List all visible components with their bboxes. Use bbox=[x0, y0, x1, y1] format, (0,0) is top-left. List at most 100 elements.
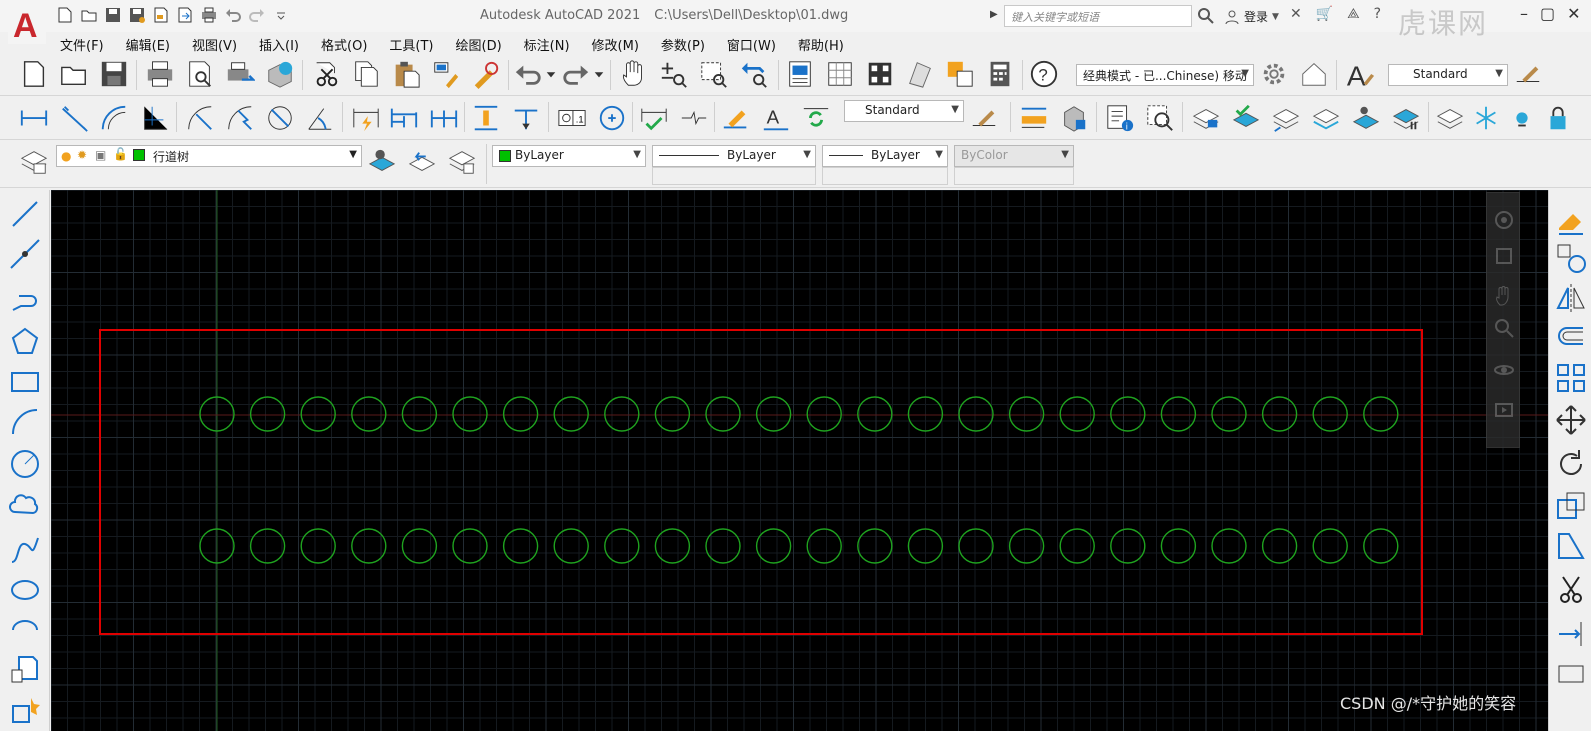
measure-icon[interactable] bbox=[1018, 102, 1050, 134]
properties-icon[interactable] bbox=[784, 58, 816, 90]
erase-icon[interactable] bbox=[1555, 204, 1587, 236]
layer-previous-state-icon[interactable] bbox=[406, 146, 438, 178]
layer-isolate-icon[interactable] bbox=[1350, 102, 1382, 134]
make-block-icon[interactable] bbox=[9, 694, 41, 726]
dim-update-icon[interactable] bbox=[800, 102, 832, 134]
diameter-dim-icon[interactable] bbox=[264, 102, 296, 134]
region-mass-icon[interactable] bbox=[1058, 102, 1090, 134]
dim-style-dropdown[interactable]: Standard ▼ bbox=[844, 100, 964, 122]
dim-break-icon[interactable] bbox=[510, 102, 542, 134]
line-icon[interactable] bbox=[9, 198, 41, 230]
menu-tools[interactable]: 工具(T) bbox=[389, 32, 433, 54]
continue-dim-icon[interactable] bbox=[428, 102, 460, 134]
help-search-input[interactable]: 键入关键字或短语 bbox=[1004, 5, 1192, 27]
login-button[interactable]: 登录 ▼ bbox=[1224, 8, 1279, 25]
zoom-window-icon[interactable] bbox=[698, 58, 730, 90]
color-dropdown[interactable]: ByLayer ▼ bbox=[492, 145, 646, 167]
dim-text-edit-icon[interactable]: A bbox=[760, 102, 792, 134]
move-icon[interactable] bbox=[1555, 404, 1587, 436]
layer-states-icon[interactable] bbox=[446, 146, 478, 178]
arc-icon[interactable] bbox=[9, 406, 41, 438]
workspace-settings-icon[interactable] bbox=[1258, 58, 1290, 90]
cart-icon[interactable]: 🛒 bbox=[1316, 6, 1333, 22]
copy-icon[interactable] bbox=[350, 58, 382, 90]
layer-lock-icon[interactable] bbox=[1542, 102, 1574, 134]
linetype-dropdown[interactable]: ByLayer ▼ bbox=[652, 145, 816, 167]
make-object-layer-current-icon[interactable] bbox=[366, 146, 398, 178]
plot-icon[interactable] bbox=[200, 6, 218, 24]
menu-draw[interactable]: 绘图(D) bbox=[456, 32, 502, 54]
construction-line-icon[interactable] bbox=[9, 238, 41, 270]
layer-walk-icon[interactable] bbox=[1390, 102, 1422, 134]
new-drawing-icon[interactable] bbox=[18, 58, 50, 90]
aligned-dim-icon[interactable] bbox=[58, 102, 90, 134]
open-drawing-icon[interactable] bbox=[58, 58, 90, 90]
menu-help[interactable]: 帮助(H) bbox=[798, 32, 844, 54]
save-as-icon[interactable] bbox=[128, 6, 146, 24]
search-icon[interactable] bbox=[1196, 6, 1216, 26]
insert-block-icon[interactable] bbox=[9, 654, 41, 686]
mirror-icon[interactable] bbox=[1555, 282, 1587, 314]
linear-dim-icon[interactable] bbox=[18, 102, 50, 134]
offset-icon[interactable] bbox=[1555, 322, 1587, 354]
baseline-dim-icon[interactable] bbox=[388, 102, 420, 134]
tolerance-icon[interactable]: .1 bbox=[556, 102, 588, 134]
layer-properties-icon[interactable] bbox=[1190, 102, 1222, 134]
rectangle-icon[interactable] bbox=[9, 366, 41, 398]
toolbar-redo-icon[interactable] bbox=[560, 58, 592, 90]
nav-zoom-icon[interactable] bbox=[1493, 317, 1515, 339]
menu-insert[interactable]: 插入(I) bbox=[259, 32, 299, 54]
design-center-icon[interactable] bbox=[824, 58, 856, 90]
full-navigation-wheel-icon[interactable] bbox=[1493, 245, 1515, 267]
polygon-icon[interactable] bbox=[9, 326, 41, 358]
exchange-icon[interactable]: ✕ bbox=[1290, 6, 1302, 22]
center-mark-icon[interactable] bbox=[596, 102, 628, 134]
minimize-icon[interactable]: – bbox=[1520, 4, 1528, 23]
layer-off-icon[interactable] bbox=[1434, 102, 1466, 134]
search-expand-icon[interactable]: ▶ bbox=[990, 9, 998, 20]
export-icon[interactable] bbox=[176, 6, 194, 24]
workspace-home-icon[interactable] bbox=[1298, 58, 1330, 90]
sheet-set-icon[interactable] bbox=[904, 58, 936, 90]
quickcalc-icon[interactable] bbox=[984, 58, 1016, 90]
trim-icon[interactable] bbox=[1555, 574, 1587, 606]
menu-format[interactable]: 格式(O) bbox=[321, 32, 367, 54]
markup-icon[interactable] bbox=[944, 58, 976, 90]
extend-icon[interactable] bbox=[1555, 618, 1587, 650]
toolbar-undo-icon[interactable] bbox=[512, 58, 544, 90]
dim-style-manager-icon[interactable] bbox=[968, 102, 1000, 134]
inspect-icon[interactable] bbox=[638, 102, 670, 134]
ellipse-icon[interactable] bbox=[9, 574, 41, 606]
drawing-canvas[interactable] bbox=[51, 190, 1548, 731]
save-icon[interactable] bbox=[104, 6, 122, 24]
break-icon[interactable] bbox=[1555, 658, 1587, 690]
quick-dim-icon[interactable] bbox=[350, 102, 382, 134]
copy-object-icon[interactable] bbox=[1555, 242, 1587, 274]
redo-icon[interactable] bbox=[248, 6, 266, 24]
dim-space-icon[interactable] bbox=[470, 102, 502, 134]
set-current-layer-icon[interactable] bbox=[1230, 102, 1262, 134]
revision-cloud-icon[interactable] bbox=[9, 490, 41, 522]
publish-icon[interactable] bbox=[152, 6, 170, 24]
tool-palettes-icon[interactable] bbox=[864, 58, 896, 90]
polyline-icon[interactable] bbox=[9, 282, 41, 314]
nav-orbit-icon[interactable] bbox=[1493, 359, 1515, 381]
cut-icon[interactable] bbox=[310, 58, 342, 90]
list-icon[interactable]: i bbox=[1104, 102, 1136, 134]
login-dropdown-icon[interactable]: ▼ bbox=[1272, 12, 1279, 22]
zoom-realtime-icon[interactable] bbox=[658, 58, 690, 90]
publish-drawing-icon[interactable] bbox=[224, 58, 256, 90]
layer-match-icon[interactable] bbox=[1310, 102, 1342, 134]
toolbar-help-icon[interactable]: ? bbox=[1028, 58, 1060, 90]
undo-icon[interactable] bbox=[224, 6, 242, 24]
menu-parametric[interactable]: 参数(P) bbox=[661, 32, 705, 54]
layer-dropdown[interactable]: ● ✹ ▣ 🔓 行道树 ▼ bbox=[56, 145, 362, 167]
open-icon[interactable] bbox=[80, 6, 98, 24]
3d-dwf-icon[interactable] bbox=[264, 58, 296, 90]
menu-modify[interactable]: 修改(M) bbox=[592, 32, 639, 54]
radius-dim-icon[interactable] bbox=[184, 102, 216, 134]
redo-dropdown-icon[interactable] bbox=[592, 58, 606, 90]
steering-wheel-icon[interactable] bbox=[1493, 209, 1515, 231]
stretch-icon[interactable] bbox=[1555, 530, 1587, 562]
a360-icon[interactable]: ⟁ bbox=[1347, 6, 1360, 22]
